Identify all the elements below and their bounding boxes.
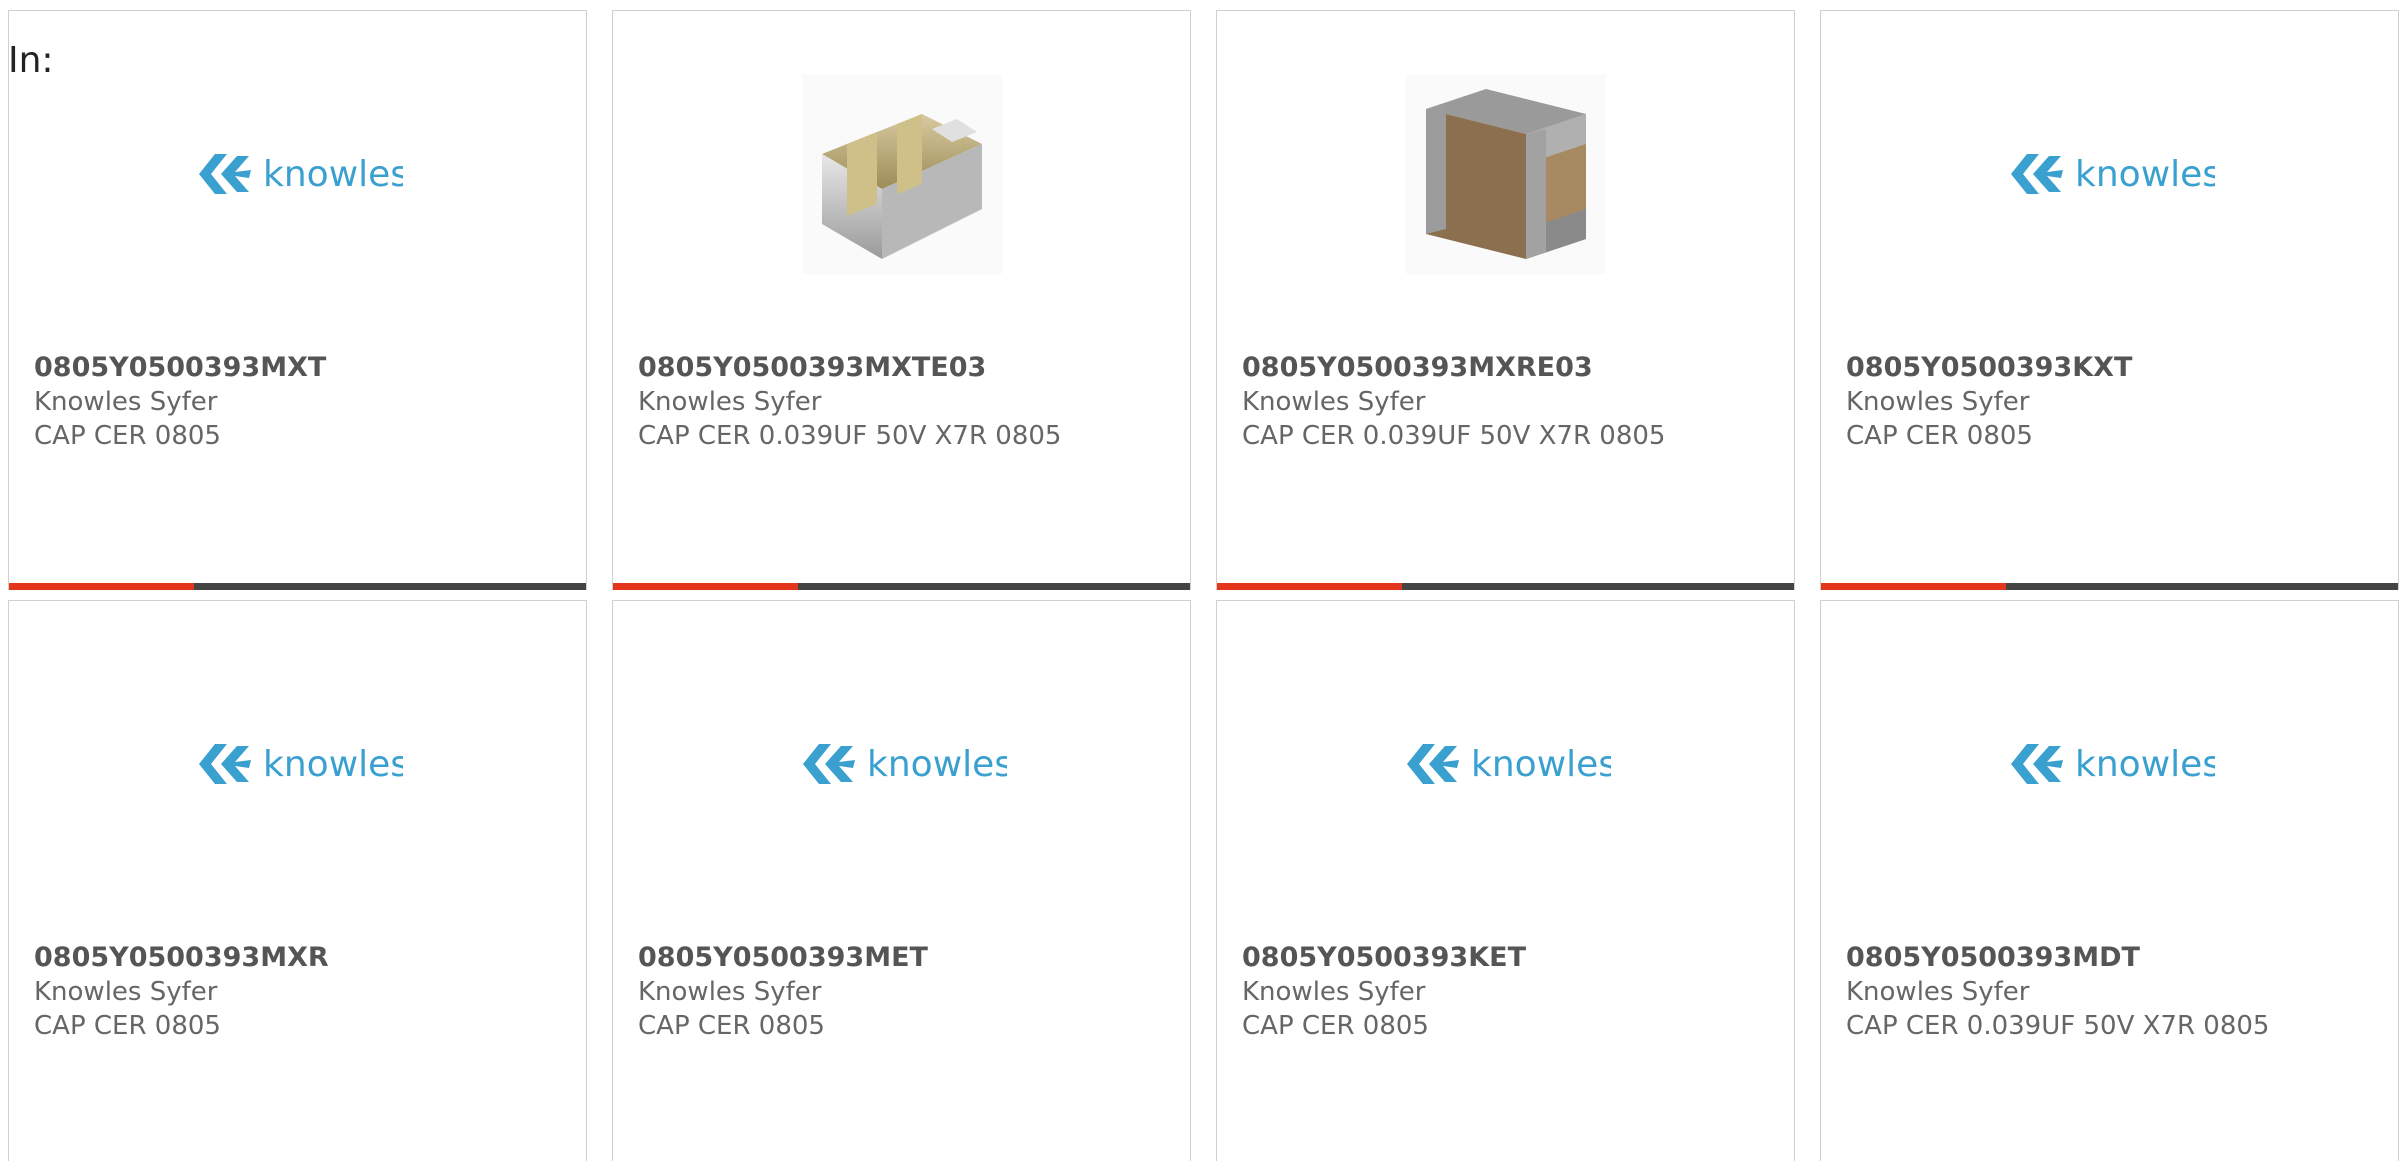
part-number[interactable]: 0805Y0500393KET	[1242, 941, 1784, 975]
knowles-logo: knowles	[1406, 744, 1611, 785]
description: CAP CER 0.039UF 50V X7R 0805	[1242, 421, 1666, 451]
logo-text: knowles	[263, 744, 403, 785]
product-card[interactable]: knowles 0805Y0500393MXR Knowles Syfer CA…	[8, 600, 587, 1161]
part-number[interactable]: 0805Y0500393MXR	[34, 941, 576, 975]
product-image: knowles	[1217, 659, 1794, 869]
capacitor-photo-striped	[801, 74, 1002, 274]
product-image	[613, 69, 1190, 279]
logo-text: knowles	[867, 744, 1007, 785]
product-card[interactable]: 0805Y0500393MXRE03 Knowles Syfer CAP CER…	[1216, 10, 1795, 590]
capacitor-photo-brown	[1405, 74, 1606, 274]
product-card[interactable]: knowles 0805Y0500393MET Knowles Syfer CA…	[612, 600, 1191, 1161]
progress-bar	[613, 583, 1190, 590]
knowles-logo: knowles	[802, 744, 1007, 785]
product-grid: knowles 0805Y0500393MXT Knowles Syfer CA…	[8, 10, 2399, 590]
logo-text: knowles	[263, 154, 403, 195]
manufacturer: Knowles Syfer	[1242, 977, 1426, 1007]
knowles-logo: knowles	[198, 154, 403, 195]
knowles-logo: knowles	[2010, 744, 2215, 785]
product-card[interactable]: knowles 0805Y0500393MXT Knowles Syfer CA…	[8, 10, 587, 590]
part-number[interactable]: 0805Y0500393MXRE03	[1242, 351, 1784, 385]
description: CAP CER 0805	[1242, 1011, 1429, 1041]
progress-bar	[1821, 583, 2398, 590]
part-number[interactable]: 0805Y0500393MXTE03	[638, 351, 1180, 385]
logo-text: knowles	[1471, 744, 1611, 785]
knowles-logo: knowles	[2010, 154, 2215, 195]
part-number[interactable]: 0805Y0500393MET	[638, 941, 1180, 975]
product-image	[1217, 69, 1794, 279]
progress-bar	[9, 583, 586, 590]
product-image: knowles	[1821, 69, 2398, 279]
progress-fill	[1821, 583, 2006, 590]
manufacturer: Knowles Syfer	[638, 977, 822, 1007]
logo-text: knowles	[2075, 154, 2215, 195]
product-image: knowles	[9, 659, 586, 869]
description: CAP CER 0.039UF 50V X7R 0805	[638, 421, 1062, 451]
progress-bar	[1217, 583, 1794, 590]
part-number[interactable]: 0805Y0500393MXT	[34, 351, 576, 385]
logo-text: knowles	[2075, 744, 2215, 785]
product-grid-row-2: knowles 0805Y0500393MXR Knowles Syfer CA…	[8, 600, 2399, 1161]
product-card[interactable]: knowles 0805Y0500393KET Knowles Syfer CA…	[1216, 600, 1795, 1161]
product-card[interactable]: knowles 0805Y0500393MDT Knowles Syfer CA…	[1820, 600, 2399, 1161]
product-card[interactable]: 0805Y0500393MXTE03 Knowles Syfer CAP CER…	[612, 10, 1191, 590]
description: CAP CER 0805	[34, 1011, 221, 1041]
description: CAP CER 0.039UF 50V X7R 0805	[1846, 1011, 2270, 1041]
description: CAP CER 0805	[34, 421, 221, 451]
progress-fill	[9, 583, 194, 590]
product-image: knowles	[613, 659, 1190, 869]
filter-in-label: In:	[8, 40, 54, 81]
product-image: knowles	[9, 69, 586, 279]
part-number[interactable]: 0805Y0500393MDT	[1846, 941, 2388, 975]
manufacturer: Knowles Syfer	[638, 387, 822, 417]
part-number[interactable]: 0805Y0500393KXT	[1846, 351, 2388, 385]
manufacturer: Knowles Syfer	[1846, 387, 2030, 417]
product-card[interactable]: knowles 0805Y0500393KXT Knowles Syfer CA…	[1820, 10, 2399, 590]
page: In: knowles 0805Y0500393MXT Knowles Syfe…	[0, 0, 2400, 1161]
manufacturer: Knowles Syfer	[1242, 387, 1426, 417]
product-image: knowles	[1821, 659, 2398, 869]
progress-fill	[613, 583, 798, 590]
manufacturer: Knowles Syfer	[34, 977, 218, 1007]
progress-fill	[1217, 583, 1402, 590]
knowles-logo: knowles	[198, 744, 403, 785]
manufacturer: Knowles Syfer	[1846, 977, 2030, 1007]
description: CAP CER 0805	[1846, 421, 2033, 451]
description: CAP CER 0805	[638, 1011, 825, 1041]
manufacturer: Knowles Syfer	[34, 387, 218, 417]
